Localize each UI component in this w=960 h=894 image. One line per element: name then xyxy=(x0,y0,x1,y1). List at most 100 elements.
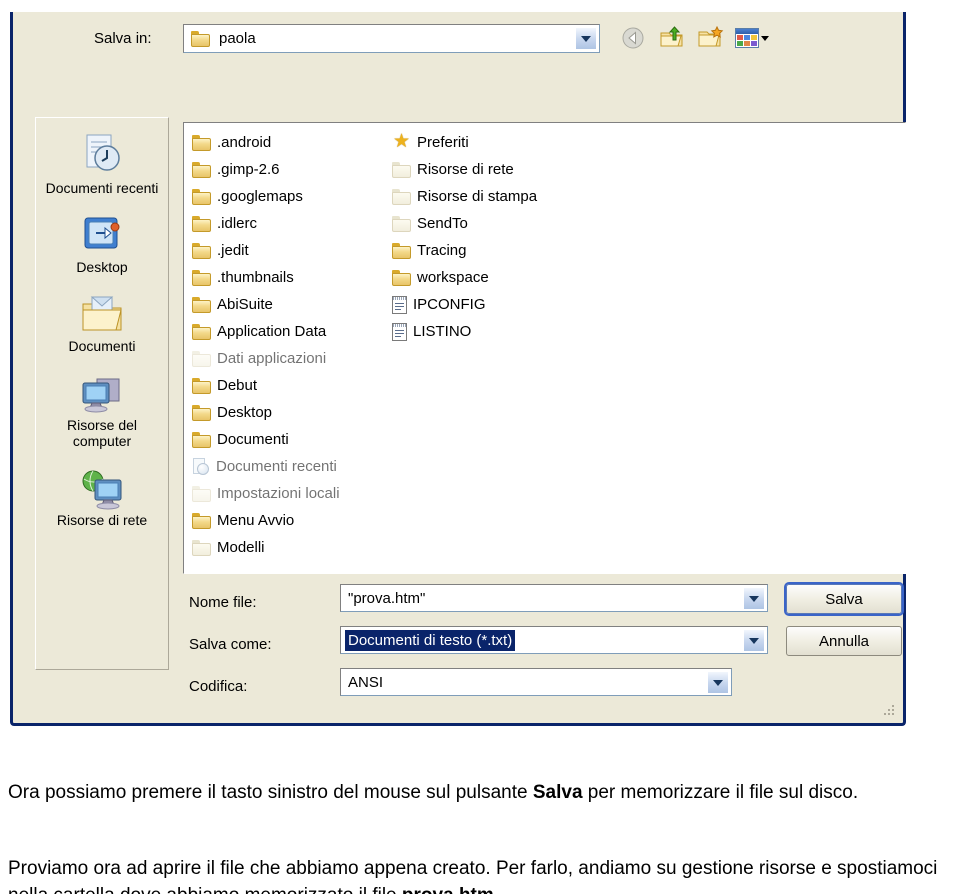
folder-icon xyxy=(192,512,211,529)
place-item-desktop[interactable]: Desktop xyxy=(40,209,164,275)
folder-icon xyxy=(192,296,211,313)
file-list-item[interactable]: Documenti xyxy=(190,426,372,453)
encoding-select[interactable]: ANSI xyxy=(340,668,732,696)
file-name: Desktop xyxy=(217,404,273,421)
file-name: .android xyxy=(217,134,272,151)
save-in-value: paola xyxy=(219,30,256,47)
folder-icon xyxy=(192,377,211,394)
file-name: Menu Avvio xyxy=(217,512,295,529)
text-file-icon xyxy=(392,322,407,341)
file-list-item[interactable]: .idlerc xyxy=(190,210,372,237)
folder-icon xyxy=(192,242,211,259)
folder-icon xyxy=(192,188,211,205)
file-list-item[interactable]: ★ Preferiti xyxy=(390,129,572,156)
caption-paragraph-2: Proviamo ora ad aprire il file che abbia… xyxy=(8,855,952,894)
folder-up-arrow-icon xyxy=(660,26,683,47)
save-in-row: Salva in: paola xyxy=(13,19,903,61)
file-name: Application Data xyxy=(217,323,327,340)
folder-icon xyxy=(192,431,211,448)
page-root: Salva con nome ? ✕ Salva in: paola xyxy=(0,0,960,894)
place-item-my-documents[interactable]: Documenti xyxy=(40,288,164,354)
folder-icon xyxy=(192,350,211,367)
file-name: LISTINO xyxy=(413,323,472,340)
place-label: Risorse del computer xyxy=(66,417,138,449)
folder-icon xyxy=(191,30,210,47)
file-name-label: Nome file: xyxy=(189,594,257,611)
folder-icon xyxy=(192,161,211,178)
file-name: workspace xyxy=(417,269,489,286)
chevron-down-icon[interactable] xyxy=(743,587,765,610)
file-list-item[interactable]: Risorse di rete xyxy=(390,156,572,183)
new-folder-button[interactable] xyxy=(696,23,726,53)
chevron-down-icon[interactable] xyxy=(575,27,597,50)
folder-icon xyxy=(192,134,211,151)
file-list-item[interactable]: Risorse di stampa xyxy=(390,183,572,210)
save-button[interactable]: Salva xyxy=(786,584,902,614)
folder-icon xyxy=(392,215,411,232)
file-list-item[interactable]: Menu Avvio xyxy=(190,507,372,534)
file-list-item[interactable]: IPCONFIG xyxy=(390,291,572,318)
up-one-level-button[interactable] xyxy=(657,23,687,53)
recent-documents-icon xyxy=(192,457,210,476)
encoding-value: ANSI xyxy=(348,673,384,691)
back-arrow-icon xyxy=(622,27,644,49)
file-name: AbiSuite xyxy=(217,296,273,313)
file-list-item[interactable]: Modelli xyxy=(190,534,372,561)
file-name-row: Nome file: "prova.htm" Salva xyxy=(13,584,903,626)
file-list-item[interactable]: .android xyxy=(190,129,372,156)
encoding-row: Codifica: ANSI xyxy=(13,668,903,710)
back-button[interactable] xyxy=(618,23,648,53)
chevron-down-icon[interactable] xyxy=(743,629,765,652)
file-list-item[interactable]: Desktop xyxy=(190,399,372,426)
file-name: Impostazioni locali xyxy=(217,485,340,502)
file-list-item[interactable]: Tracing xyxy=(390,237,572,264)
file-list-item[interactable]: .googlemaps xyxy=(190,183,372,210)
file-name: Risorse di rete xyxy=(417,161,514,178)
file-list-item[interactable]: SendTo xyxy=(390,210,572,237)
cancel-button[interactable]: Annulla xyxy=(786,626,902,656)
file-list-item[interactable]: .thumbnails xyxy=(190,264,372,291)
file-list[interactable]: .android .gimp-2.6 .googlemaps .idlerc .… xyxy=(183,122,906,574)
folder-icon xyxy=(392,188,411,205)
file-name: Risorse di stampa xyxy=(417,188,538,205)
folder-icon xyxy=(192,404,211,421)
folder-icon xyxy=(392,269,411,286)
file-name: SendTo xyxy=(417,215,468,232)
views-button[interactable] xyxy=(735,28,769,48)
folder-icon xyxy=(192,323,211,340)
file-list-item[interactable]: LISTINO xyxy=(390,318,572,345)
chevron-down-icon[interactable] xyxy=(707,671,729,694)
file-name: .idlerc xyxy=(217,215,258,232)
save-in-combobox[interactable]: paola xyxy=(183,24,600,53)
desktop-icon xyxy=(80,209,124,257)
folder-icon xyxy=(392,242,411,259)
file-name: .thumbnails xyxy=(217,269,294,286)
new-folder-icon xyxy=(698,26,724,47)
file-list-item[interactable]: .gimp-2.6 xyxy=(190,156,372,183)
views-grid-icon xyxy=(735,28,759,48)
place-item-my-computer[interactable]: Risorse del computer xyxy=(40,367,164,449)
file-name: Tracing xyxy=(417,242,467,259)
file-list-item[interactable]: Impostazioni locali xyxy=(190,480,390,507)
resize-grip[interactable] xyxy=(884,705,896,717)
file-list-item[interactable]: Documenti recenti xyxy=(190,453,390,480)
save-as-type-select[interactable]: Documenti di testo (*.txt) xyxy=(340,626,768,654)
file-list-item[interactable]: AbiSuite xyxy=(190,291,372,318)
chevron-down-icon xyxy=(761,35,769,41)
file-list-item[interactable]: workspace xyxy=(390,264,572,291)
place-item-network-places[interactable]: Risorse di rete xyxy=(40,462,164,528)
file-list-item[interactable]: Dati applicazioni xyxy=(190,345,372,372)
file-list-item[interactable]: Application Data xyxy=(190,318,372,345)
text-file-icon xyxy=(392,295,407,314)
place-item-recent-documents[interactable]: Documenti recenti xyxy=(40,130,164,196)
file-name-value: "prova.htm" xyxy=(348,589,426,607)
folder-icon xyxy=(192,539,211,556)
caption-paragraph-1: Ora possiamo premere il tasto sinistro d… xyxy=(8,779,952,806)
file-list-item[interactable]: .jedit xyxy=(190,237,372,264)
file-list-item[interactable]: Debut xyxy=(190,372,372,399)
caption-1-part-b: per memorizzare il file sul disco. xyxy=(582,782,859,803)
dialog-form: Nome file: "prova.htm" Salva Salva come:… xyxy=(13,584,903,710)
file-name-input[interactable]: "prova.htm" xyxy=(340,584,768,612)
save-as-dialog: Salva in: paola Documenti recenti Deskto… xyxy=(10,12,906,726)
save-as-type-value: Documenti di testo (*.txt) xyxy=(345,629,516,651)
